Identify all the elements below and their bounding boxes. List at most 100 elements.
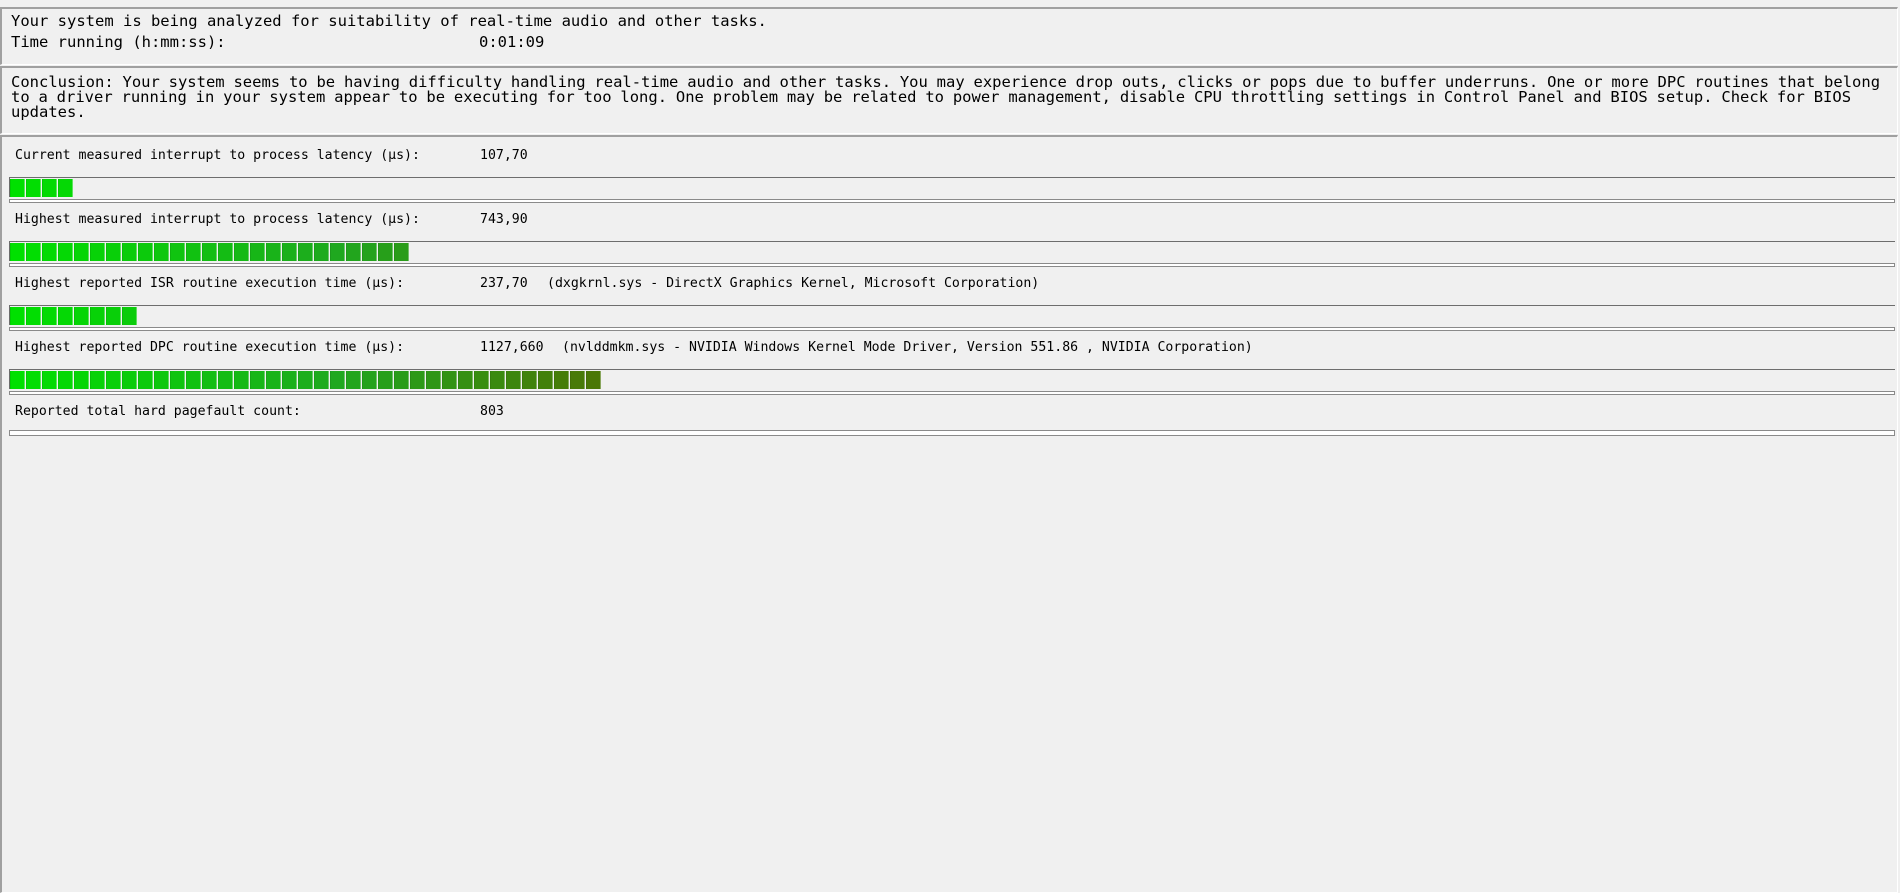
latency-bar-segment [250, 243, 265, 261]
metric-value-isr-time: 237,70 [480, 276, 528, 291]
latency-bar-segment [122, 243, 137, 261]
latency-bar-segment [394, 243, 409, 261]
time-running-label: Time running (h:mm:ss): [11, 33, 226, 51]
latency-bar-segment [90, 371, 105, 389]
metric-value-pagefault-count: 803 [480, 404, 504, 419]
latency-bar-segment [10, 307, 25, 325]
latency-bar-segment [554, 371, 569, 389]
latency-bar-fill-current [10, 179, 74, 197]
latency-bar-segment [298, 371, 313, 389]
metric-label-highest-latency: Highest measured interrupt to process la… [15, 212, 420, 227]
latency-bar-segment [314, 243, 329, 261]
latency-bar-segment [106, 243, 121, 261]
latency-monitor-window: Your system is being analyzed for suitab… [0, 0, 1900, 893]
latency-bar-segment [442, 371, 457, 389]
latency-bar-segment [42, 371, 57, 389]
latency-bar-segment [90, 243, 105, 261]
latency-bar-segment [282, 243, 297, 261]
latency-bar-segment [266, 371, 281, 389]
latency-bar-segment [218, 371, 233, 389]
latency-bar-segment [506, 371, 521, 389]
metric-detail-dpc-driver: (nvlddmkm.sys - NVIDIA Windows Kernel Mo… [562, 340, 1253, 355]
latency-bar-segment [570, 371, 585, 389]
latency-bar-segment [42, 307, 57, 325]
latency-bar-segment [234, 243, 249, 261]
latency-bar-segment [58, 243, 73, 261]
latency-bar-segment [42, 243, 57, 261]
latency-bar-segment [10, 371, 25, 389]
latency-bar-isr [9, 305, 1895, 331]
latency-bar-segment [186, 243, 201, 261]
metric-label-current-latency: Current measured interrupt to process la… [15, 148, 420, 163]
latency-bar-segment [10, 243, 25, 261]
latency-bar-fill-isr [10, 307, 138, 325]
latency-bar-segment [202, 243, 217, 261]
latency-bar-segment [362, 371, 377, 389]
latency-bar-segment [90, 307, 105, 325]
latency-bar-segment [586, 371, 601, 389]
latency-bar-segment [58, 179, 73, 197]
latency-bar-segment [26, 179, 41, 197]
latency-bar-segment [266, 243, 281, 261]
latency-bar-segment [346, 371, 361, 389]
metric-label-dpc-time: Highest reported DPC routine execution t… [15, 340, 405, 355]
latency-bar-highest [9, 241, 1895, 267]
metrics-panel: Current measured interrupt to process la… [0, 135, 1898, 893]
latency-bar-segment [106, 307, 121, 325]
latency-bar-segment [346, 243, 361, 261]
latency-bar-segment [314, 371, 329, 389]
latency-bar-dpc [9, 369, 1895, 395]
latency-bar-segment [58, 307, 73, 325]
latency-bar-fill-highest [10, 243, 410, 261]
metric-value-highest-latency: 743,90 [480, 212, 528, 227]
latency-bar-segment [394, 371, 409, 389]
latency-bar-segment [106, 371, 121, 389]
time-running-value: 0:01:09 [479, 33, 545, 51]
latency-bar-current [9, 177, 1895, 203]
latency-bar-segment [42, 179, 57, 197]
latency-bar-segment [522, 371, 537, 389]
latency-bar-segment [58, 371, 73, 389]
conclusion-panel: Conclusion: Your system seems to be havi… [0, 66, 1898, 134]
latency-bar-segment [330, 243, 345, 261]
latency-bar-segment [458, 371, 473, 389]
metric-label-isr-time: Highest reported ISR routine execution t… [15, 276, 405, 291]
latency-bar-segment [154, 243, 169, 261]
latency-bar-segment [490, 371, 505, 389]
latency-bar-segment [298, 243, 313, 261]
latency-bar-segment [218, 243, 233, 261]
latency-bar-segment [26, 243, 41, 261]
latency-bar-segment [282, 371, 297, 389]
latency-bar-segment [202, 371, 217, 389]
latency-bar-segment [474, 371, 489, 389]
pagefault-divider [9, 430, 1895, 436]
latency-bar-segment [138, 371, 153, 389]
metric-label-pagefault-count: Reported total hard pagefault count: [15, 404, 301, 419]
latency-bar-segment [122, 371, 137, 389]
metric-value-current-latency: 107,70 [480, 148, 528, 163]
latency-bar-segment [74, 371, 89, 389]
latency-bar-segment [74, 307, 89, 325]
latency-bar-fill-dpc [10, 371, 602, 389]
latency-bar-segment [74, 243, 89, 261]
latency-bar-segment [26, 371, 41, 389]
conclusion-text: Conclusion: Your system seems to be havi… [11, 73, 1881, 121]
latency-bar-segment [362, 243, 377, 261]
latency-bar-segment [170, 243, 185, 261]
latency-bar-segment [138, 243, 153, 261]
latency-bar-segment [10, 179, 25, 197]
analysis-status-text: Your system is being analyzed for suitab… [11, 12, 767, 30]
metric-value-dpc-time: 1127,660 [480, 340, 544, 355]
latency-bar-segment [122, 307, 137, 325]
latency-bar-segment [26, 307, 41, 325]
latency-bar-segment [170, 371, 185, 389]
metric-detail-isr-driver: (dxgkrnl.sys - DirectX Graphics Kernel, … [547, 276, 1040, 291]
latency-bar-segment [234, 371, 249, 389]
latency-bar-segment [250, 371, 265, 389]
latency-bar-segment [186, 371, 201, 389]
latency-bar-segment [154, 371, 169, 389]
latency-bar-segment [378, 243, 393, 261]
latency-bar-segment [538, 371, 553, 389]
latency-bar-segment [426, 371, 441, 389]
status-panel: Your system is being analyzed for suitab… [0, 7, 1898, 65]
